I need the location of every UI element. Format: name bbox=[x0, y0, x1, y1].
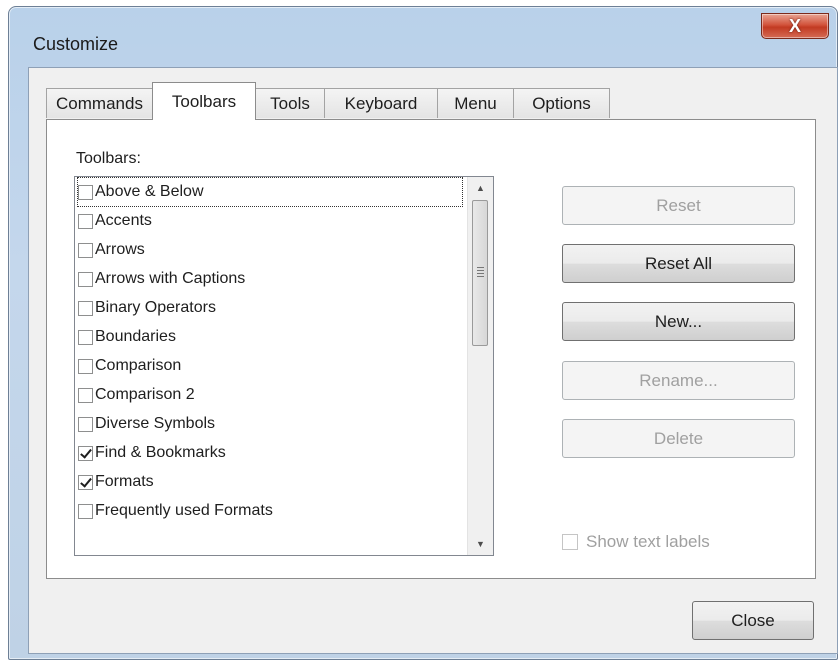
list-item-label: Find & Bookmarks bbox=[95, 444, 226, 461]
close-icon: X bbox=[788, 15, 801, 36]
reset-button[interactable]: Reset bbox=[562, 186, 795, 225]
checkbox[interactable] bbox=[78, 300, 93, 316]
window-close-button[interactable]: X bbox=[761, 13, 829, 39]
list-item-label: Binary Operators bbox=[95, 299, 216, 316]
checkbox[interactable] bbox=[78, 184, 93, 200]
checkbox[interactable] bbox=[78, 503, 93, 519]
button-label: Delete bbox=[653, 428, 704, 448]
tab-label: Keyboard bbox=[344, 93, 418, 113]
tab-options[interactable]: Options bbox=[513, 88, 610, 118]
button-label: New... bbox=[654, 311, 703, 331]
list-item[interactable]: Above & Below bbox=[77, 177, 463, 207]
list-item[interactable]: Arrows with Captions bbox=[78, 265, 245, 293]
toolbars-tab-panel: Toolbars: Above & Below Accents Arrows A… bbox=[46, 119, 816, 579]
list-item-label: Diverse Symbols bbox=[95, 415, 216, 432]
scroll-up-icon[interactable]: ▲ bbox=[468, 177, 493, 199]
list-item[interactable]: Comparison 2 bbox=[78, 381, 195, 409]
dialog-client-area: Commands Toolbars Tools Keyboard Menu Op… bbox=[28, 67, 838, 654]
window-title: Customize bbox=[33, 34, 119, 54]
checkbox[interactable] bbox=[78, 358, 93, 374]
tab-toolbars[interactable]: Toolbars bbox=[152, 82, 256, 120]
list-item-label: Comparison bbox=[95, 357, 182, 374]
list-scrollbar[interactable]: ▲ ▼ bbox=[467, 177, 493, 555]
button-label: Reset bbox=[656, 195, 701, 215]
checkbox[interactable] bbox=[78, 445, 93, 461]
list-item-label: Above & Below bbox=[95, 183, 204, 200]
dialog-window: Customize X Commands Toolbars Tools Keyb… bbox=[8, 6, 838, 660]
tab-label: Toolbars bbox=[171, 91, 237, 111]
button-label: Rename... bbox=[639, 370, 718, 390]
list-item[interactable]: Comparison bbox=[78, 352, 181, 380]
list-item-label: Comparison 2 bbox=[95, 386, 195, 403]
rename-button[interactable]: Rename... bbox=[562, 361, 795, 400]
list-item-label: Accents bbox=[95, 212, 152, 229]
button-label: Close bbox=[731, 610, 775, 630]
reset-all-button[interactable]: Reset All bbox=[562, 244, 795, 283]
list-item[interactable]: Accents bbox=[78, 207, 152, 235]
show-text-labels-checkbox[interactable] bbox=[562, 534, 578, 550]
grip-icon bbox=[477, 267, 484, 277]
show-text-labels-label: Show text labels bbox=[586, 532, 710, 551]
checkbox[interactable] bbox=[78, 213, 93, 229]
list-item[interactable]: Diverse Symbols bbox=[78, 410, 215, 438]
list-item-label: Frequently used Formats bbox=[95, 502, 273, 519]
list-item-label: Boundaries bbox=[95, 328, 176, 345]
toolbars-listbox[interactable]: Above & Below Accents Arrows Arrows with… bbox=[74, 176, 494, 556]
list-item-label: Formats bbox=[95, 473, 154, 490]
tab-label: Options bbox=[532, 93, 591, 113]
tab-label: Commands bbox=[56, 93, 143, 113]
checkbox[interactable] bbox=[78, 416, 93, 432]
tab-label: Menu bbox=[454, 93, 497, 113]
checkbox[interactable] bbox=[78, 474, 93, 490]
scroll-thumb[interactable] bbox=[472, 200, 488, 346]
list-item[interactable]: Find & Bookmarks bbox=[78, 439, 226, 467]
list-item[interactable]: Binary Operators bbox=[78, 294, 216, 322]
checkbox[interactable] bbox=[78, 387, 93, 403]
checkbox[interactable] bbox=[78, 242, 93, 258]
scroll-down-icon[interactable]: ▼ bbox=[468, 533, 493, 555]
toolbars-group-label: Toolbars: bbox=[76, 150, 141, 167]
list-item-label: Arrows with Captions bbox=[95, 270, 246, 287]
delete-button[interactable]: Delete bbox=[562, 419, 795, 458]
list-item[interactable]: Boundaries bbox=[78, 323, 176, 351]
list-item[interactable]: Arrows bbox=[78, 236, 145, 264]
button-label: Reset All bbox=[644, 253, 713, 273]
list-item[interactable]: Formats bbox=[78, 468, 154, 496]
list-item-label: Arrows bbox=[95, 241, 145, 258]
checkbox[interactable] bbox=[78, 271, 93, 287]
tab-label: Tools bbox=[270, 93, 310, 113]
checkbox[interactable] bbox=[78, 329, 93, 345]
show-text-labels-option[interactable]: Show text labels bbox=[562, 532, 710, 552]
tab-commands[interactable]: Commands bbox=[46, 88, 153, 118]
new-button[interactable]: New... bbox=[562, 302, 795, 341]
tab-menu[interactable]: Menu bbox=[437, 88, 514, 118]
close-button[interactable]: Close bbox=[692, 601, 814, 640]
list-item[interactable]: Frequently used Formats bbox=[78, 497, 273, 525]
toolbars-list: Above & Below Accents Arrows Arrows with… bbox=[75, 177, 468, 555]
tab-tools[interactable]: Tools bbox=[255, 88, 325, 118]
tab-keyboard[interactable]: Keyboard bbox=[324, 88, 438, 118]
